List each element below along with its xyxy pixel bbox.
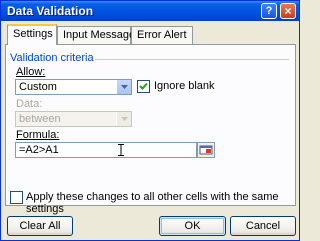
formula-input-value: =A2>A1	[19, 144, 59, 156]
tab-error-alert[interactable]: Error Alert	[131, 26, 193, 44]
range-select-button[interactable]	[197, 142, 215, 158]
formula-input[interactable]: =A2>A1	[15, 142, 197, 158]
help-button[interactable]: ?	[261, 3, 277, 19]
tab-settings[interactable]: Settings	[7, 24, 57, 45]
data-validation-dialog: Data Validation ? × Settings Input Messa…	[0, 0, 300, 241]
dialog-title: Data Validation	[7, 4, 94, 18]
ignore-blank-checkbox[interactable]	[137, 80, 150, 93]
allow-label: Allow:	[16, 66, 46, 78]
validation-criteria-heading: Validation criteria	[10, 52, 94, 64]
data-label: Data:	[16, 98, 43, 110]
title-bar[interactable]: Data Validation ? ×	[1, 1, 299, 21]
tab-input-message[interactable]: Input Message	[57, 26, 135, 44]
section-divider	[95, 59, 289, 60]
tab-error-alert-label: Error Alert	[137, 29, 187, 41]
chevron-down-icon[interactable]	[116, 80, 131, 94]
ok-button[interactable]: OK	[159, 216, 226, 236]
checkmark-icon	[139, 82, 148, 90]
ignore-blank-label: Ignore blank	[154, 80, 215, 92]
formula-label: Formula:	[16, 129, 60, 141]
text-cursor-icon	[118, 144, 124, 156]
clear-all-button[interactable]: Clear All	[7, 216, 73, 236]
allow-dropdown[interactable]: Custom	[15, 79, 132, 95]
allow-dropdown-value: Custom	[19, 81, 57, 93]
apply-all-checkbox[interactable]	[10, 191, 23, 204]
cancel-button[interactable]: Cancel	[230, 216, 296, 236]
data-dropdown: between	[15, 111, 132, 127]
close-button[interactable]: ×	[280, 3, 296, 19]
apply-all-label: Apply these changes to all other cells w…	[26, 191, 279, 215]
data-dropdown-value: between	[19, 113, 61, 125]
tab-settings-label: Settings	[13, 28, 53, 40]
chevron-down-icon	[116, 112, 131, 126]
collapse-dialog-icon	[199, 145, 213, 155]
tab-input-message-label: Input Message	[63, 29, 136, 41]
